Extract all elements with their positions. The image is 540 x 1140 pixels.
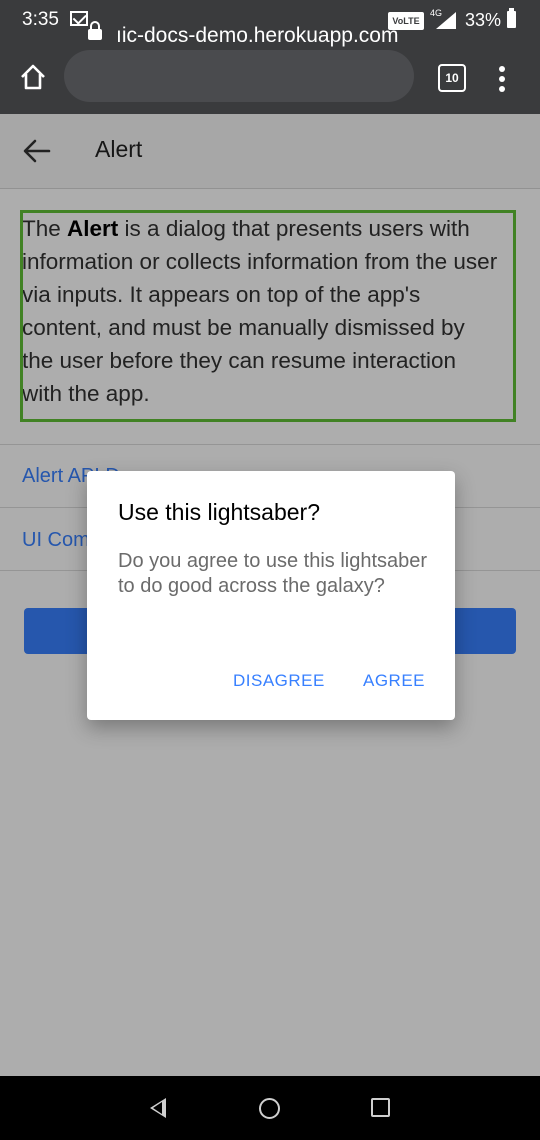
system-nav-bar: [0, 1076, 540, 1140]
disagree-button[interactable]: DISAGREE: [233, 671, 325, 691]
mail-icon: [70, 11, 88, 26]
nav-home-icon[interactable]: [259, 1098, 280, 1119]
home-icon[interactable]: [18, 62, 48, 92]
url-text[interactable]: ıic-docs-demo.herokuapp.com: [116, 24, 398, 48]
agree-button[interactable]: AGREE: [363, 671, 425, 691]
dialog-message: Do you agree to use this lightsaber to d…: [118, 550, 428, 597]
address-bar[interactable]: [64, 50, 414, 102]
tab-switcher-icon[interactable]: 10: [438, 64, 466, 92]
battery-percent: 33%: [465, 10, 502, 30]
lock-icon: [88, 21, 102, 40]
alert-dialog: Use this lightsaber? Do you agree to use…: [87, 471, 455, 720]
nav-recents-icon[interactable]: [371, 1098, 390, 1117]
more-options-icon[interactable]: [498, 66, 506, 94]
status-time: 3:35: [22, 9, 59, 30]
dialog-title: Use this lightsaber?: [118, 499, 320, 525]
battery-icon: [507, 8, 516, 28]
nav-back-icon[interactable]: [150, 1098, 166, 1118]
signal-icon: [436, 12, 456, 29]
